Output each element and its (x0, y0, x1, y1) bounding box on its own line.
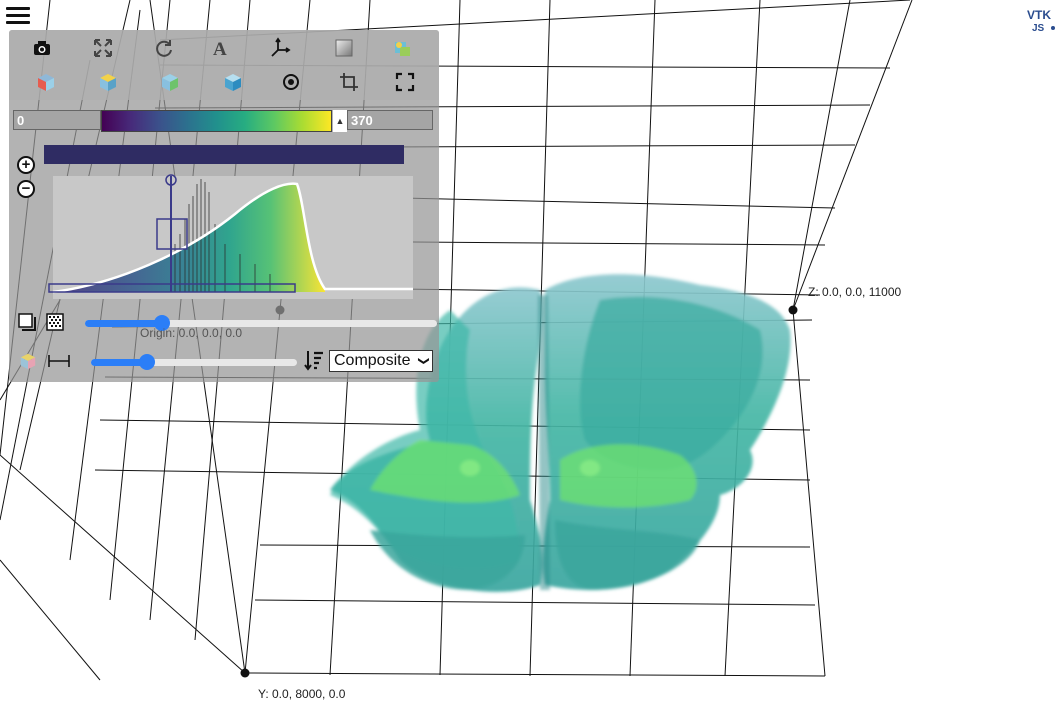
color-range-row: 0 ▲ 370 (13, 110, 435, 134)
origin-readout: Origin: 0.0, 0.0, 0.0 (140, 326, 243, 340)
opacity-histogram-canvas[interactable] (35, 174, 415, 299)
blend-mode-select[interactable]: Composite ❯ (329, 350, 433, 372)
reset-camera-icon[interactable] (91, 36, 115, 60)
y-axis-label: Y: 0.0, 8000, 0.0 (258, 687, 346, 701)
lighting-icon[interactable] (390, 36, 414, 60)
svg-text:VTK: VTK (1027, 8, 1051, 22)
range-min-input[interactable]: 0 (13, 110, 101, 130)
svg-text:A: A (213, 39, 227, 59)
camera-icon[interactable] (30, 36, 54, 60)
rotate-icon[interactable] (152, 36, 176, 60)
background-icon[interactable] (332, 36, 356, 60)
cube-color-icon[interactable] (19, 352, 37, 370)
crop-icon[interactable] (337, 70, 361, 94)
toolbar: A (9, 30, 439, 100)
axes-icon[interactable] (268, 36, 292, 60)
edge-gradient-thumb[interactable] (138, 354, 155, 370)
edge-gradient-icon[interactable] (47, 352, 71, 370)
opacity-colorbar (44, 145, 404, 164)
view-y-icon[interactable] (96, 70, 120, 94)
range-max-input[interactable]: 370 (347, 110, 433, 130)
view-x-icon[interactable] (34, 70, 58, 94)
fullscreen-icon[interactable] (393, 70, 417, 94)
zoom-out-button[interactable]: − (17, 180, 35, 198)
vtk-js-logo: VTK JS (1027, 8, 1055, 34)
text-annotation-icon[interactable]: A (209, 36, 233, 60)
blend-mode-value: Composite (334, 352, 411, 369)
sort-descending-icon[interactable] (303, 348, 325, 372)
volume-controller-panel: A 0 ▲ 370 + − Origin: 0.0, 0.0, 0.0 Comp… (9, 30, 439, 382)
spacing-icon[interactable] (45, 312, 65, 332)
shadow-toggle-icon[interactable] (17, 312, 37, 332)
z-axis-endpoint (788, 305, 798, 315)
z-axis-label: Z: 0.0, 0.0, 11000 (808, 285, 902, 299)
preset-stepper-icon[interactable]: ▲ (333, 110, 347, 132)
transfer-function-editor: + − (13, 140, 437, 300)
view-iso-icon[interactable] (221, 70, 245, 94)
sample-distance-slider[interactable] (85, 315, 437, 331)
zoom-in-button[interactable]: + (17, 156, 35, 174)
chevron-down-icon: ❯ (417, 356, 430, 366)
y-axis-endpoint (240, 668, 250, 678)
hamburger-menu-icon[interactable] (6, 4, 30, 26)
svg-text:JS: JS (1032, 23, 1045, 34)
edge-gradient-slider[interactable] (91, 354, 297, 370)
colormap-preset-selector[interactable] (101, 110, 332, 132)
center-icon[interactable] (279, 70, 303, 94)
view-z-icon[interactable] (158, 70, 182, 94)
